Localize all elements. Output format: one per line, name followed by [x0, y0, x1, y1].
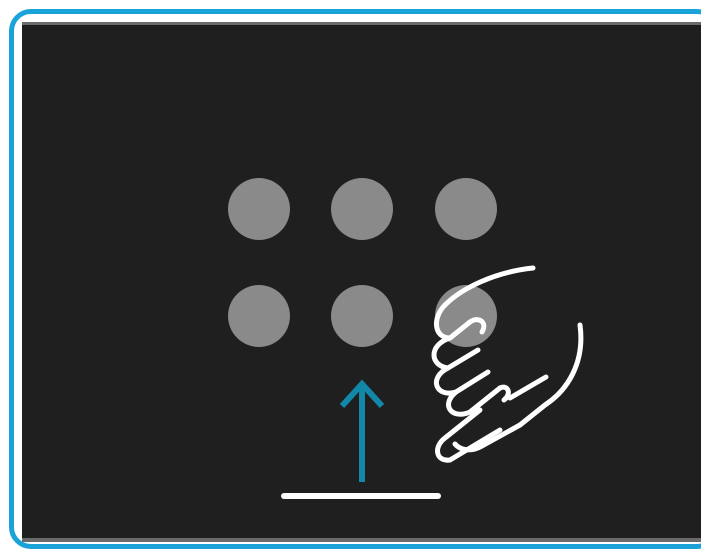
- device-screen: [22, 22, 701, 542]
- app-icon[interactable]: [228, 285, 290, 347]
- app-icon[interactable]: [435, 178, 497, 240]
- app-icon[interactable]: [331, 178, 393, 240]
- app-icon[interactable]: [435, 285, 497, 347]
- app-icon[interactable]: [228, 178, 290, 240]
- app-icon[interactable]: [331, 285, 393, 347]
